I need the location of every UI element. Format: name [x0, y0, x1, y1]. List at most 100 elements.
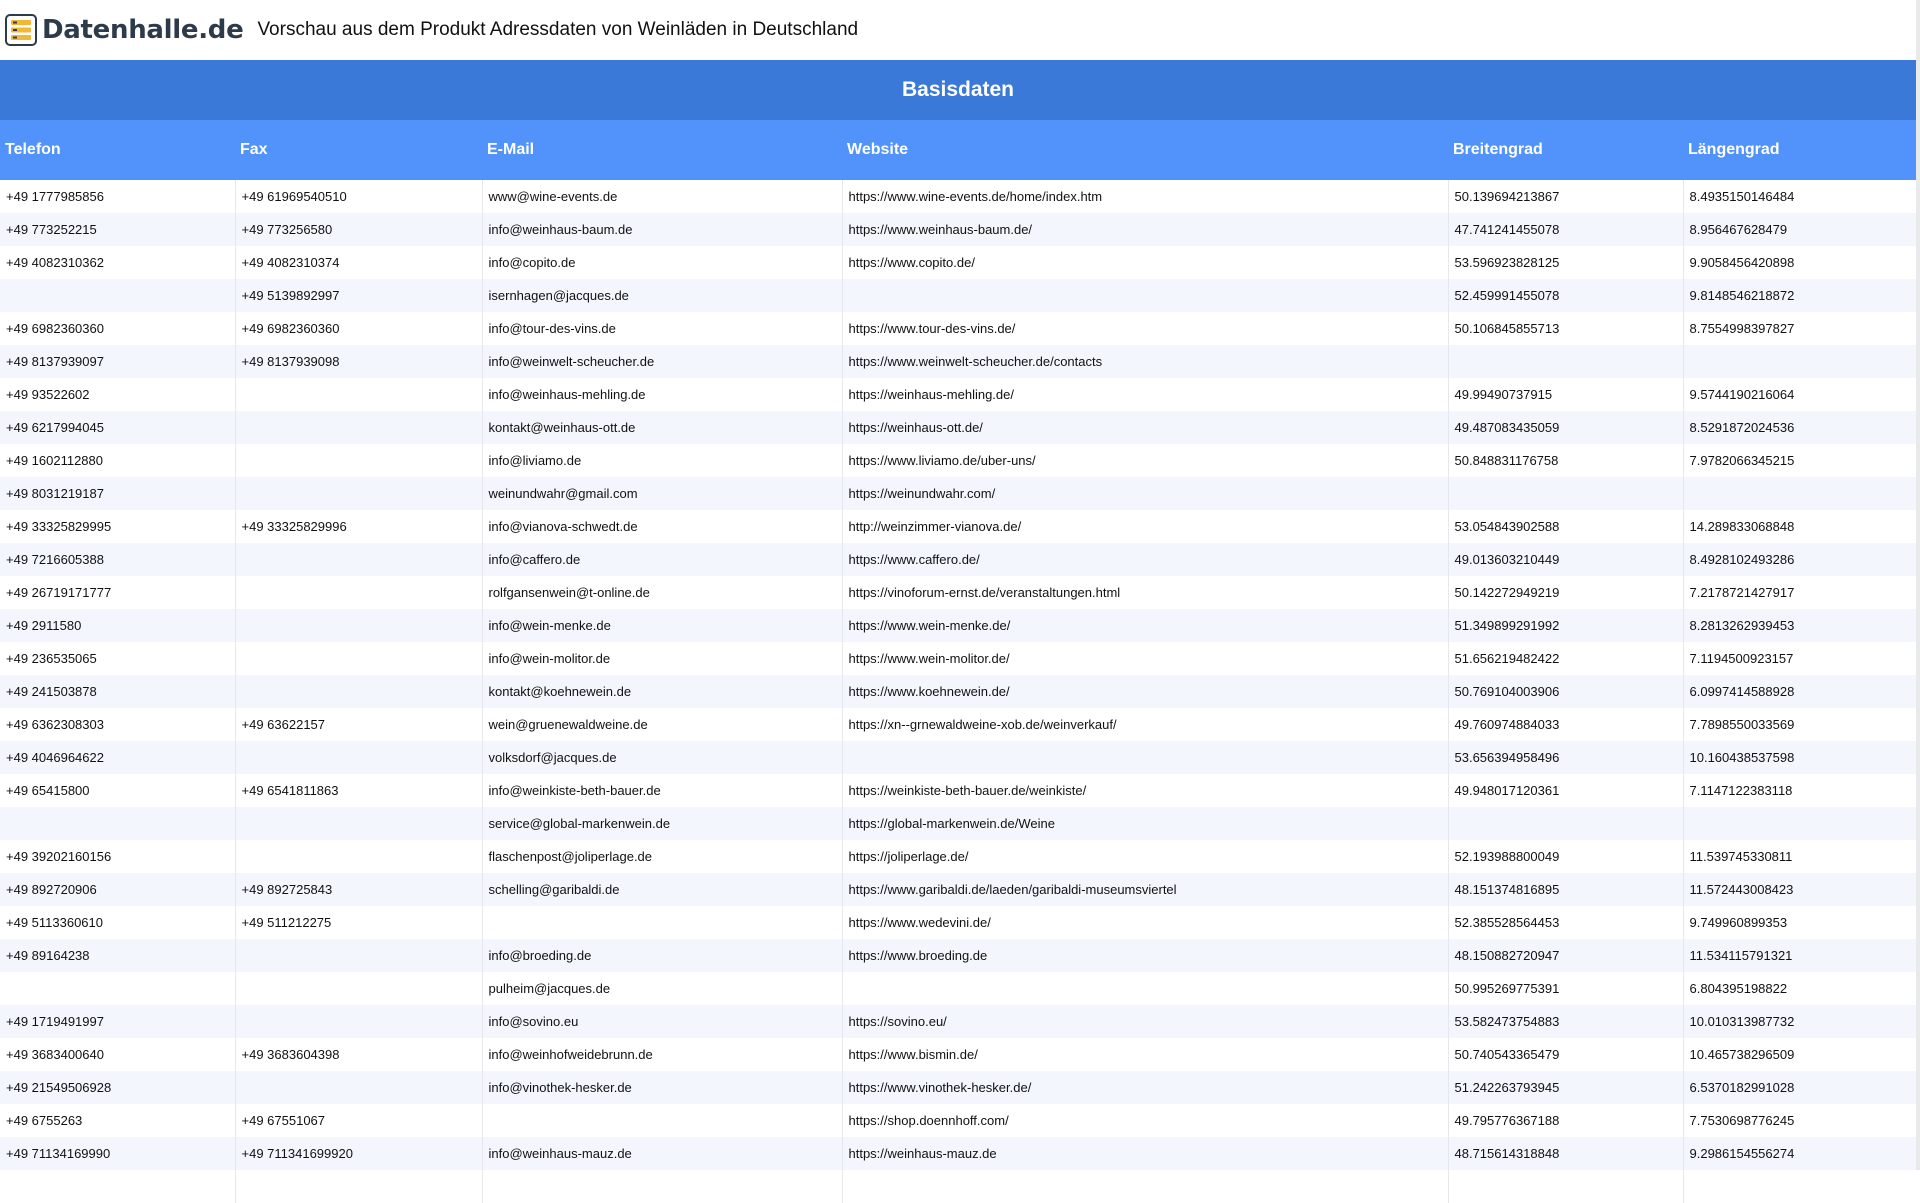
- cell-fax: [235, 378, 483, 411]
- cell-email: info@wein-molitor.de: [482, 642, 843, 675]
- cell-fax: +49 5139892997: [235, 279, 483, 312]
- cell-laengengrad: 9.8148546218872: [1683, 279, 1916, 312]
- cell-telefon: [0, 1170, 236, 1203]
- table-header-row: Telefon Fax E-Mail Website Breitengrad L…: [0, 120, 1916, 180]
- cell-laengengrad: 14.289833068848: [1683, 510, 1916, 543]
- table-row: +49 1602112880 info@liviamo.de https://www…: [0, 444, 1916, 477]
- cell-breitengrad: 53.596923828125: [1448, 246, 1684, 279]
- cell-email: info@caffero.de: [482, 543, 843, 576]
- table-row: +49 241503878 kontakt@koehnewein.de https:…: [0, 675, 1916, 708]
- cell-breitengrad: [1448, 345, 1684, 378]
- cell-telefon: +49 4082310362: [0, 246, 236, 279]
- cell-laengengrad: 11.534115791321: [1683, 939, 1916, 972]
- cell-fax: +49 773256580: [235, 213, 483, 246]
- cell-laengengrad: 11.539745330811: [1683, 840, 1916, 873]
- cell-fax: [235, 840, 483, 873]
- cell-email: www@wine-events.de: [482, 180, 843, 213]
- cell-website: https://sovino.eu/: [842, 1005, 1449, 1038]
- cell-fax: +49 892725843: [235, 873, 483, 906]
- column-header-telefon[interactable]: Telefon: [0, 120, 235, 180]
- cell-fax: [235, 939, 483, 972]
- cell-fax: [235, 807, 483, 840]
- column-header-breitengrad[interactable]: Breitengrad: [1448, 120, 1683, 180]
- cell-laengengrad: 10.010313987732: [1683, 1005, 1916, 1038]
- cell-website: [842, 279, 1449, 312]
- cell-fax: +49 4082310374: [235, 246, 483, 279]
- cell-fax: [235, 609, 483, 642]
- cell-fax: [235, 1170, 483, 1203]
- cell-breitengrad: 52.459991455078: [1448, 279, 1684, 312]
- cell-telefon: +49 21549506928: [0, 1071, 236, 1104]
- cell-email: info@weinhaus-mehling.de: [482, 378, 843, 411]
- cell-website: https://weinhaus-ott.de/: [842, 411, 1449, 444]
- cell-laengengrad: 6.804395198822: [1683, 972, 1916, 1005]
- cell-email: info@liviamo.de: [482, 444, 843, 477]
- table-body: +49 1777985856 +49 61969540510 www@wine-ev…: [0, 180, 1916, 1203]
- table-row: +49 6217994045 kontakt@weinhaus-ott.de htt…: [0, 411, 1916, 444]
- column-header-website[interactable]: Website: [842, 120, 1448, 180]
- cell-fax: +49 61969540510: [235, 180, 483, 213]
- cell-breitengrad: 49.99490737915: [1448, 378, 1684, 411]
- cell-breitengrad: 52.385528564453: [1448, 906, 1684, 939]
- cell-breitengrad: 50.142272949219: [1448, 576, 1684, 609]
- table-row: +49 71134169990 +49 711341699920 info@wein…: [0, 1137, 1916, 1170]
- cell-breitengrad: 50.769104003906: [1448, 675, 1684, 708]
- cell-laengengrad: 9.2986154556274: [1683, 1137, 1916, 1170]
- scrollbar-track[interactable]: [1916, 0, 1920, 1170]
- cell-telefon: +49 39202160156: [0, 840, 236, 873]
- cell-website: https://www.weinwelt-scheucher.de/contac…: [842, 345, 1449, 378]
- cell-website: https://www.garibaldi.de/laeden/garibald…: [842, 873, 1449, 906]
- cell-laengengrad: [1683, 477, 1916, 510]
- cell-breitengrad: 49.760974884033: [1448, 708, 1684, 741]
- cell-website: [842, 741, 1449, 774]
- cell-breitengrad: 50.139694213867: [1448, 180, 1684, 213]
- datenhalle-logo[interactable]: Datenhalle.de: [4, 13, 244, 47]
- cell-fax: [235, 444, 483, 477]
- cell-laengengrad: 7.1147122383118: [1683, 774, 1916, 807]
- cell-telefon: [0, 972, 236, 1005]
- cell-laengengrad: [1683, 1170, 1916, 1203]
- column-header-email[interactable]: E-Mail: [482, 120, 842, 180]
- cell-telefon: +49 4046964622: [0, 741, 236, 774]
- cell-laengengrad: 6.5370182991028: [1683, 1071, 1916, 1104]
- cell-telefon: +49 773252215: [0, 213, 236, 246]
- column-header-laengengrad[interactable]: Längengrad: [1683, 120, 1916, 180]
- table-row: +49 39202160156 flaschenpost@joliperlage.…: [0, 840, 1916, 873]
- cell-laengengrad: 8.5291872024536: [1683, 411, 1916, 444]
- cell-telefon: +49 236535065: [0, 642, 236, 675]
- cell-telefon: +49 5113360610: [0, 906, 236, 939]
- top-bar: Datenhalle.de Vorschau aus dem Produkt A…: [0, 0, 1920, 60]
- cell-email: isernhagen@jacques.de: [482, 279, 843, 312]
- cell-email: info@vianova-schwedt.de: [482, 510, 843, 543]
- cell-telefon: +49 1777985856: [0, 180, 236, 213]
- cell-email: info@weinwelt-scheucher.de: [482, 345, 843, 378]
- table-row: +49 6362308303 +49 63622157 wein@gruenewal…: [0, 708, 1916, 741]
- cell-website: https://www.bismin.de/: [842, 1038, 1449, 1071]
- column-header-fax[interactable]: Fax: [235, 120, 482, 180]
- cell-website: https://vinoforum-ernst.de/veranstaltung…: [842, 576, 1449, 609]
- cell-laengengrad: 6.0997414588928: [1683, 675, 1916, 708]
- cell-website: https://www.koehnewein.de/: [842, 675, 1449, 708]
- cell-telefon: +49 7216605388: [0, 543, 236, 576]
- table-row: +49 33325829995 +49 33325829996 info@viano…: [0, 510, 1916, 543]
- cell-breitengrad: 50.848831176758: [1448, 444, 1684, 477]
- cell-email: weinundwahr@gmail.com: [482, 477, 843, 510]
- cell-breitengrad: 49.948017120361: [1448, 774, 1684, 807]
- cell-breitengrad: 49.013603210449: [1448, 543, 1684, 576]
- cell-email: info@copito.de: [482, 246, 843, 279]
- cell-fax: [235, 477, 483, 510]
- cell-email: info@sovino.eu: [482, 1005, 843, 1038]
- cell-email: kontakt@weinhaus-ott.de: [482, 411, 843, 444]
- cell-website: https://www.vinothek-hesker.de/: [842, 1071, 1449, 1104]
- cell-laengengrad: [1683, 807, 1916, 840]
- cell-website: [842, 972, 1449, 1005]
- cell-telefon: [0, 807, 236, 840]
- cell-telefon: +49 33325829995: [0, 510, 236, 543]
- table-row: +49 8137939097 +49 8137939098 info@weinwel…: [0, 345, 1916, 378]
- cell-email: info@weinhaus-mauz.de: [482, 1137, 843, 1170]
- section-header: Basisdaten: [0, 60, 1916, 120]
- cell-telefon: +49 6217994045: [0, 411, 236, 444]
- cell-email: volksdorf@jacques.de: [482, 741, 843, 774]
- page-title: Vorschau aus dem Produkt Adressdaten von…: [257, 19, 859, 40]
- cell-breitengrad: 51.656219482422: [1448, 642, 1684, 675]
